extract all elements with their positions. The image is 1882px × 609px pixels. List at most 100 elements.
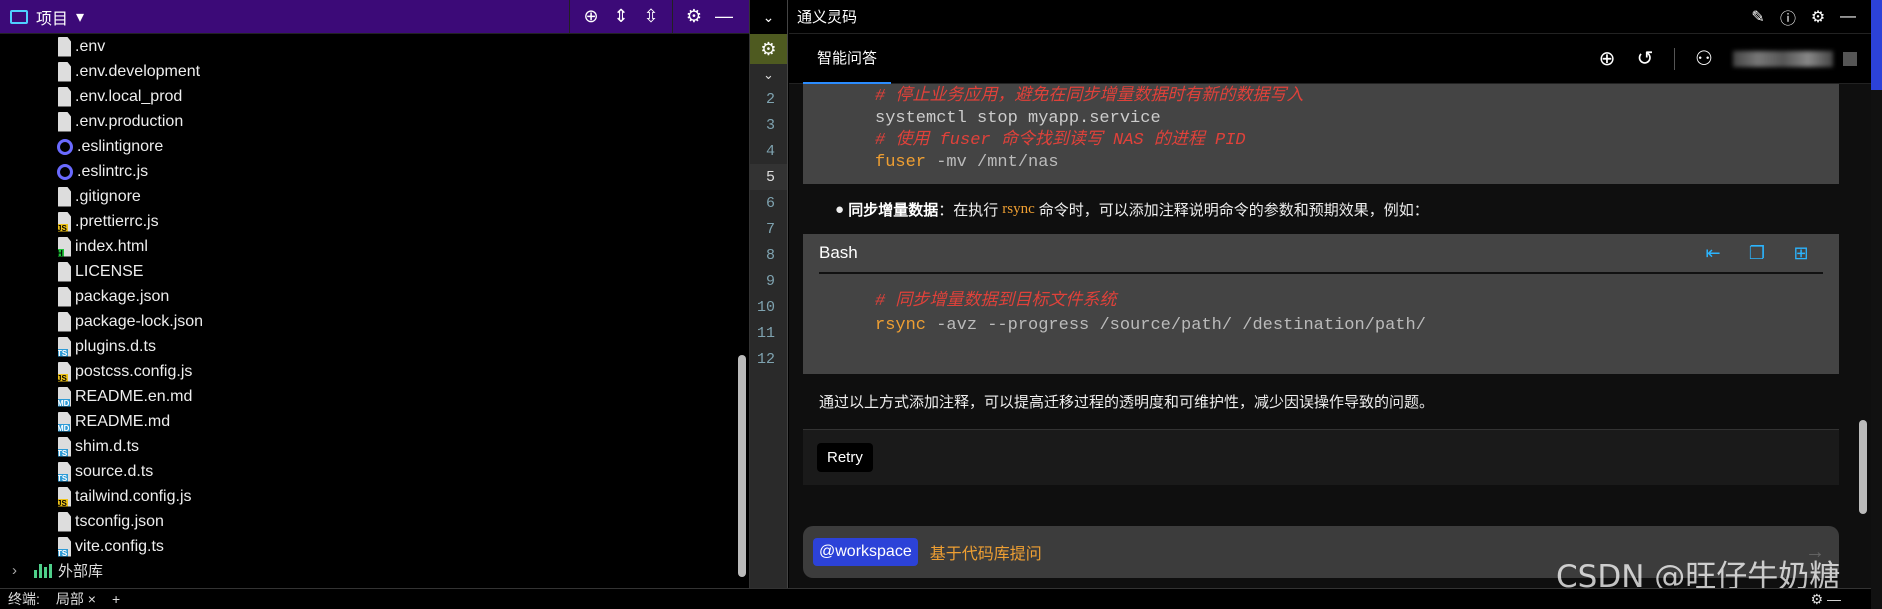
- tree-item[interactable]: TS source.d.ts: [0, 459, 749, 484]
- collapse-all-icon[interactable]: ⇳: [636, 6, 666, 27]
- bullet-text-before: ：在执行: [938, 201, 999, 219]
- code-block-body: # 同步增量数据到目标文件系统 rsync -avz --progress /s…: [803, 274, 1839, 338]
- workspace-mention-tag[interactable]: @workspace: [813, 538, 918, 566]
- tree-item-label: .env.development: [75, 62, 201, 80]
- gear-icon[interactable]: ⚙: [1803, 7, 1833, 27]
- retry-button[interactable]: Retry: [817, 443, 873, 472]
- file-type-badge: TS: [57, 348, 69, 358]
- code-line: # 使用 fuser 命令找到读写 NAS 的进程 PID: [875, 131, 1246, 150]
- tree-item[interactable]: MD README.md: [0, 409, 749, 434]
- chevron-down-icon: ▾: [76, 8, 85, 26]
- tool-window-tab-tongyi[interactable]: [1871, 0, 1882, 90]
- file-icon: [58, 261, 71, 282]
- tree-item[interactable]: .env: [0, 34, 749, 59]
- tab-local[interactable]: 局部 ×: [56, 589, 96, 609]
- tree-item[interactable]: Hindex.html: [0, 234, 749, 259]
- add-terminal-icon[interactable]: +: [112, 591, 120, 607]
- file-icon: [58, 36, 71, 57]
- file-icon: [58, 111, 71, 132]
- gear-icon[interactable]: ⚙: [679, 6, 709, 27]
- line-number: 8: [765, 246, 775, 264]
- chat-window-title: 通义灵码: [797, 9, 858, 26]
- tree-item[interactable]: JS .prettierrc.js: [0, 209, 749, 234]
- ts-file-icon: TS: [58, 436, 71, 457]
- tree-item-label: .eslintrc.js: [77, 162, 149, 180]
- tree-item[interactable]: .eslintignore: [0, 134, 749, 159]
- line-number: 3: [765, 116, 775, 134]
- tree-item[interactable]: package-lock.json: [0, 309, 749, 334]
- inline-code: rsync: [1002, 200, 1035, 217]
- tree-item-label: README.md: [75, 412, 171, 430]
- code-command: fuser: [875, 153, 927, 172]
- chat-scrollbar[interactable]: [1859, 420, 1867, 514]
- fold-chevron-icon[interactable]: ⌄: [750, 64, 787, 86]
- project-scrollbar[interactable]: [738, 355, 746, 577]
- locate-icon[interactable]: ⊕: [576, 6, 606, 27]
- tree-item[interactable]: .env.development: [0, 59, 749, 84]
- tree-item[interactable]: JS postcss.config.js: [0, 359, 749, 384]
- html-file-icon: H: [57, 236, 71, 258]
- tree-item[interactable]: tsconfig.json: [0, 509, 749, 534]
- tree-item-label: postcss.config.js: [75, 362, 193, 380]
- tab-smart-qa[interactable]: 智能问答: [803, 34, 892, 84]
- tree-item[interactable]: TS plugins.d.ts: [0, 334, 749, 359]
- external-libraries-row[interactable]: › 外部库: [0, 558, 103, 583]
- tree-item[interactable]: JS tailwind.config.js: [0, 484, 749, 509]
- username-blurred: [1733, 50, 1833, 67]
- json-file-icon: [58, 311, 71, 332]
- tree-item[interactable]: TS vite.config.ts: [0, 534, 749, 559]
- ts-file-icon: TS: [57, 461, 71, 483]
- code-line: rsync -avz --progress /source/path/ /des…: [875, 314, 1839, 338]
- chevron-down-icon[interactable]: ⌄: [750, 0, 787, 34]
- js-file-icon: JS: [58, 486, 71, 507]
- close-icon[interactable]: ×: [88, 591, 96, 607]
- history-icon[interactable]: ↺: [1626, 46, 1664, 71]
- line-number: 2: [765, 90, 775, 108]
- line-number: 10: [756, 298, 775, 316]
- line-numbers: 2 3 4 5 6 7 8 9 10 11 12: [750, 86, 787, 372]
- project-panel: 项目 ▾ ⊕ ⇕ ⇳ ⚙ — .env .env.development .env.…: [0, 0, 750, 588]
- chat-input-placeholder: 基于代码库提问: [929, 546, 1042, 563]
- file-type-badge: TS: [57, 473, 69, 483]
- tree-item[interactable]: LICENSE: [0, 259, 749, 284]
- code-command: rsync: [875, 316, 927, 335]
- tree-item[interactable]: TS shim.d.ts: [0, 434, 749, 459]
- line-number: 9: [765, 272, 775, 290]
- eslint-icon: [57, 163, 73, 180]
- code-line: fuser -mv /mnt/nas: [875, 152, 1839, 174]
- code-block: # 停止业务应用，避免在同步增量数据时有新的数据写入 systemctl stop…: [803, 84, 1839, 184]
- user-badge: [1843, 51, 1857, 66]
- file-icon: [58, 61, 71, 82]
- code-block-header: Bash ⇤ ❐ ⊞: [819, 234, 1823, 274]
- tree-item[interactable]: package.json: [0, 284, 749, 309]
- project-view-selector[interactable]: 项目 ▾: [10, 5, 84, 29]
- new-chat-icon[interactable]: ⊕: [1588, 46, 1626, 71]
- tree-item-label: tsconfig.json: [75, 512, 164, 530]
- user-icon[interactable]: ⚇: [1685, 46, 1723, 71]
- expand-all-icon[interactable]: ⇕: [606, 6, 636, 27]
- ts-file-icon: TS: [57, 336, 71, 358]
- help-icon[interactable]: ⓘ: [1773, 5, 1803, 29]
- insert-code-icon[interactable]: ⇤: [1691, 243, 1735, 264]
- tree-item-label: source.d.ts: [75, 462, 154, 480]
- new-file-icon[interactable]: ⊞: [1779, 243, 1823, 264]
- file-type-badge: H: [57, 248, 64, 258]
- minimize-icon[interactable]: —: [1833, 8, 1863, 26]
- line-number: 5: [750, 164, 787, 190]
- file-tree: .env .env.development .env.local_prod .env.…: [0, 34, 749, 588]
- line-number: 7: [765, 220, 775, 238]
- tree-item[interactable]: .eslintrc.js: [0, 159, 749, 184]
- edit-icon[interactable]: ✎: [1743, 7, 1773, 27]
- tree-item-label: .env.local_prod: [75, 87, 183, 105]
- tree-item[interactable]: .gitignore: [0, 184, 749, 209]
- gear-icon[interactable]: ⚙: [750, 34, 787, 64]
- tree-item[interactable]: .env.production: [0, 109, 749, 134]
- json-file-icon: [58, 511, 71, 532]
- minimize-icon[interactable]: —: [709, 6, 739, 27]
- tree-item[interactable]: .env.local_prod: [0, 84, 749, 109]
- tree-item[interactable]: MD README.en.md: [0, 384, 749, 409]
- copy-icon[interactable]: ❐: [1735, 243, 1779, 264]
- terminal-label: 终端:: [8, 591, 40, 607]
- chevron-right-icon[interactable]: ›: [12, 562, 26, 579]
- gear-icon[interactable]: ⚙ —: [1811, 591, 1841, 608]
